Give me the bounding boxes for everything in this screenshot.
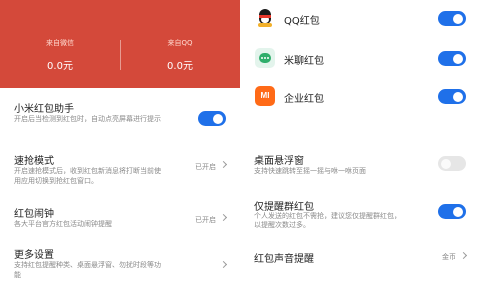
setting-alarm-status: 已开启 bbox=[195, 216, 216, 224]
toggle-knob bbox=[453, 53, 463, 64]
wechat-earnings-stat: 来自微信 0.0元 bbox=[0, 38, 120, 72]
setting-alarm-title: 红包闹钟 bbox=[14, 209, 54, 220]
wechat-earnings-value: 0.0元 bbox=[47, 61, 73, 72]
mi-logo-icon: MI bbox=[255, 86, 275, 106]
qq-earnings-label: 来自QQ bbox=[167, 39, 193, 47]
setting-assistant-title: 小米红包助手 bbox=[14, 104, 74, 115]
toggle-knob bbox=[453, 91, 463, 102]
chevron-right-icon bbox=[459, 251, 468, 260]
setting-sound-reminder[interactable]: 红包声音提醒 金币 bbox=[240, 250, 480, 270]
setting-more-desc-line1: 支持红包提醒种类、桌面悬浮窗、勿扰时段等功 bbox=[14, 261, 161, 269]
chevron-right-icon bbox=[219, 213, 228, 222]
red-packet-settings-panel: QQ红包 米聊红包 MI 企业红包 桌面悬浮窗 支持快速跳转至摇一摇与咻一咻页面… bbox=[240, 0, 480, 300]
toggle-knob bbox=[441, 158, 451, 169]
qq-earnings-stat: 来自QQ 0.0元 bbox=[120, 38, 240, 72]
setting-fast-grab-mode[interactable]: 速抢模式 开启速抢模式后，收到红包新消息将打断当前使 用应用切换到抢红包窗口。 … bbox=[0, 152, 240, 192]
setting-floating-title: 桌面悬浮窗 bbox=[254, 156, 304, 167]
setting-more-title: 更多设置 bbox=[14, 250, 54, 261]
app-name-enterprise: 企业红包 bbox=[284, 94, 324, 105]
setting-group-only-desc-line2: 以提醒次数过多。 bbox=[254, 221, 310, 229]
floating-window-toggle[interactable] bbox=[438, 156, 466, 171]
toggle-knob bbox=[453, 206, 463, 217]
miliao-toggle[interactable] bbox=[438, 51, 466, 66]
app-name-qq: QQ红包 bbox=[284, 16, 320, 27]
wechat-earnings-label: 来自微信 bbox=[46, 39, 74, 47]
miliao-chat-icon bbox=[255, 48, 275, 68]
app-name-miliao: 米聊红包 bbox=[284, 56, 324, 67]
qq-toggle[interactable] bbox=[438, 11, 466, 26]
earnings-banner: 来自微信 0.0元 来自QQ 0.0元 bbox=[0, 0, 240, 88]
qq-earnings-value: 0.0元 bbox=[167, 61, 193, 72]
setting-more[interactable]: 更多设置 支持红包提醒种类、桌面悬浮窗、勿扰时段等功 能 bbox=[0, 246, 240, 286]
app-row-qq[interactable]: QQ红包 bbox=[240, 4, 480, 34]
setting-floating-desc: 支持快速跳转至摇一摇与咻一咻页面 bbox=[254, 167, 366, 175]
setting-fast-grab-title: 速抢模式 bbox=[14, 156, 54, 167]
toggle-knob bbox=[453, 13, 463, 24]
qq-penguin-icon bbox=[255, 8, 275, 28]
app-row-enterprise[interactable]: MI 企业红包 bbox=[240, 82, 480, 112]
setting-floating-window[interactable]: 桌面悬浮窗 支持快速跳转至摇一摇与咻一咻页面 bbox=[240, 152, 480, 182]
setting-alarm-desc: 各大平台官方红包活动闹钟提醒 bbox=[14, 220, 112, 228]
group-only-toggle[interactable] bbox=[438, 204, 466, 219]
chevron-right-icon bbox=[219, 160, 228, 169]
enterprise-toggle[interactable] bbox=[438, 89, 466, 104]
setting-sound-value: 金币 bbox=[442, 253, 456, 261]
chevron-right-icon bbox=[219, 260, 228, 269]
setting-fast-grab-desc-line2: 用应用切换到抢红包窗口。 bbox=[14, 177, 98, 185]
toggle-knob bbox=[213, 113, 223, 124]
app-row-miliao[interactable]: 米聊红包 bbox=[240, 44, 480, 74]
red-packet-main-panel: 来自微信 0.0元 来自QQ 0.0元 小米红包助手 开启后当检测到红包时，自动… bbox=[0, 0, 240, 300]
setting-fast-grab-desc-line1: 开启速抢模式后，收到红包新消息将打断当前使 bbox=[14, 167, 161, 175]
assistant-toggle[interactable] bbox=[198, 111, 226, 126]
setting-red-packet-alarm[interactable]: 红包闹钟 各大平台官方红包活动闹钟提醒 已开启 bbox=[0, 205, 240, 235]
setting-more-desc-line2: 能 bbox=[14, 271, 21, 279]
setting-assistant[interactable]: 小米红包助手 开启后当检测到红包时，自动点亮屏幕进行提示 bbox=[0, 100, 240, 132]
setting-assistant-desc: 开启后当检测到红包时，自动点亮屏幕进行提示 bbox=[14, 115, 161, 123]
setting-group-only[interactable]: 仅提醒群红包 个人发送的红包不需抢，建议您仅提醒群红包， 以提醒次数过多。 bbox=[240, 198, 480, 230]
setting-fast-grab-status: 已开启 bbox=[195, 163, 216, 171]
setting-sound-title: 红包声音提醒 bbox=[254, 254, 314, 265]
